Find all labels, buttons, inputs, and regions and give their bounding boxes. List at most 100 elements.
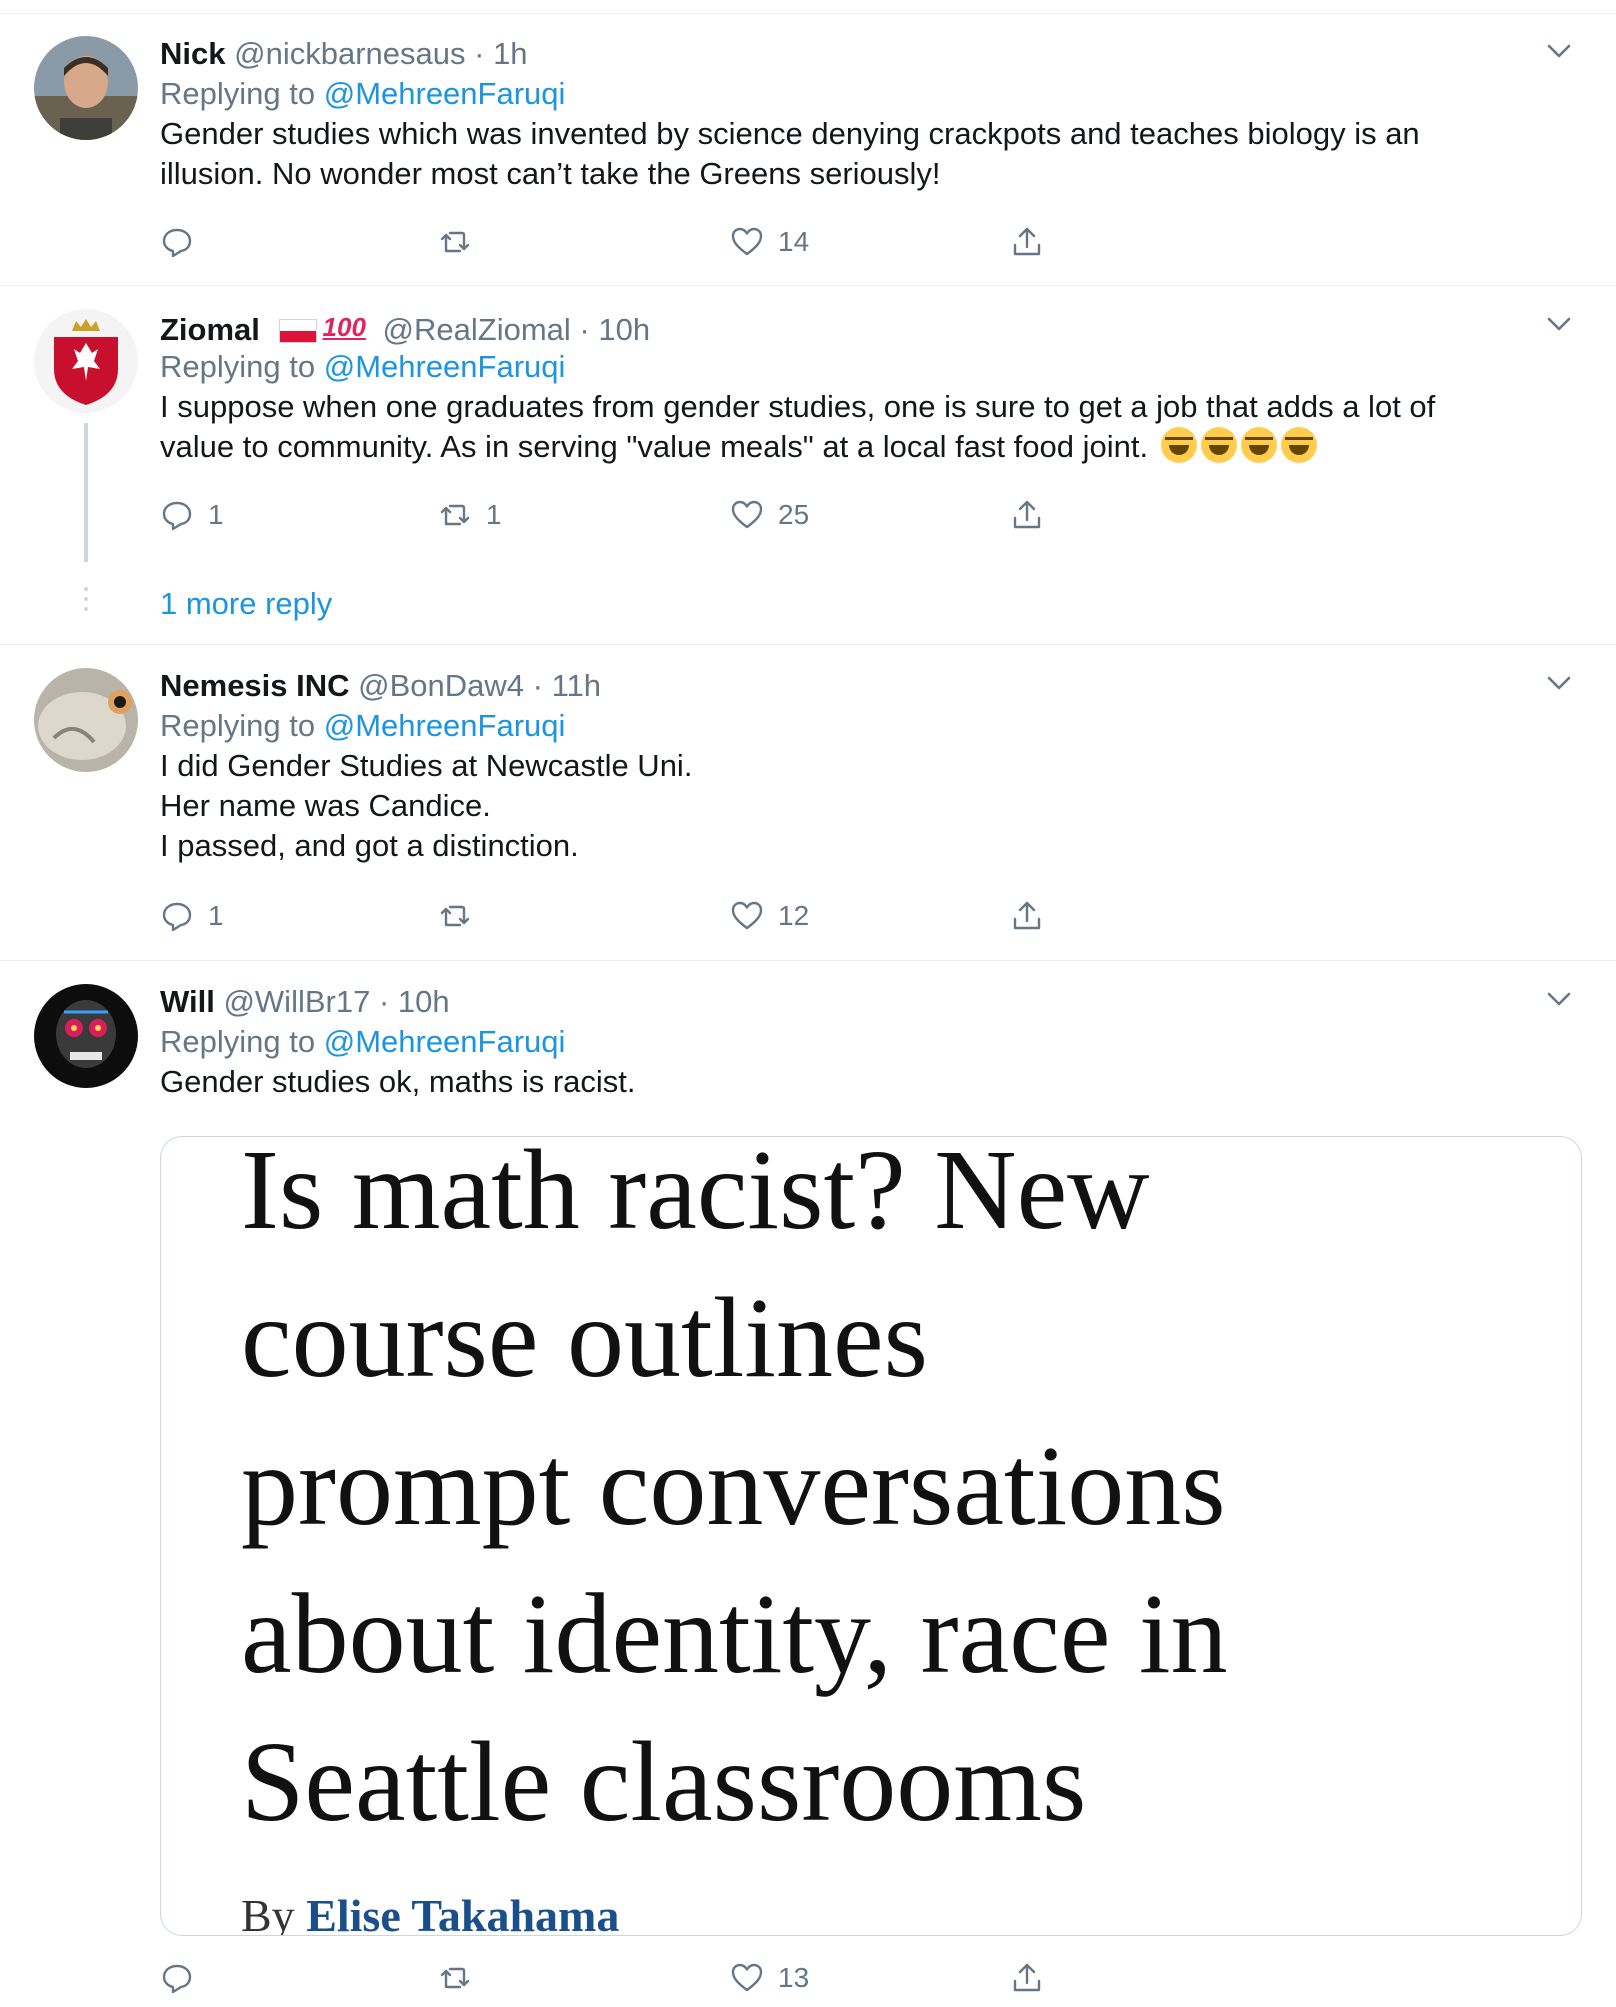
retweet-icon xyxy=(440,504,470,526)
user-handle[interactable]: @WillBr17 xyxy=(223,984,370,1019)
tweet-actions: 1 12 xyxy=(160,894,1060,938)
display-name[interactable]: Nemesis INC xyxy=(160,668,350,703)
heart-icon xyxy=(731,901,763,930)
share-button[interactable] xyxy=(1010,1956,1044,2000)
thread-ellipsis xyxy=(84,587,88,617)
thread-line xyxy=(84,423,88,562)
tweet-actions: 13 xyxy=(160,1956,1060,2000)
separator-dot: · xyxy=(474,36,485,71)
headline-line: course outlines xyxy=(241,1274,929,1401)
headline-line: Is math racist? New xyxy=(241,1136,1150,1253)
tweet-text-line: Her name was Candice. xyxy=(160,788,491,823)
tweet[interactable]: Will @WillBr17 · 10h Replying to @Mehree… xyxy=(0,962,1616,2007)
user-handle[interactable]: @nickbarnesaus xyxy=(234,36,465,71)
share-button[interactable] xyxy=(1010,894,1044,938)
chevron-down-icon[interactable] xyxy=(1544,36,1574,66)
retweet-button[interactable] xyxy=(438,894,486,938)
retweet-count: 1 xyxy=(486,499,502,530)
reply-button[interactable] xyxy=(160,1956,208,2000)
tweet[interactable]: Nemesis INC @BonDaw4 · 11h Replying to @… xyxy=(0,646,1616,961)
mention-link[interactable]: @MehreenFaruqi xyxy=(324,349,566,384)
timestamp[interactable]: 1h xyxy=(493,36,527,71)
retweet-icon xyxy=(440,905,470,927)
show-more-replies-link[interactable]: 1 more reply xyxy=(160,584,332,624)
retweet-button[interactable]: 1 xyxy=(438,493,502,537)
rofl-emoji-icon xyxy=(1240,427,1277,463)
headline-line: prompt conversations xyxy=(241,1422,1226,1549)
avatar[interactable] xyxy=(34,36,138,140)
reply-count: 1 xyxy=(208,900,224,931)
separator-dot: · xyxy=(378,984,390,1019)
tweet[interactable]: Nick @nickbarnesaus · 1h Replying to @Me… xyxy=(0,14,1616,286)
reply-icon xyxy=(162,1964,192,1994)
replying-to-label: Replying to xyxy=(160,1024,316,1059)
like-button[interactable]: 13 xyxy=(730,1956,809,2000)
retweet-button[interactable] xyxy=(438,1956,486,2000)
like-button[interactable]: 12 xyxy=(730,894,809,938)
tweet-text-line-with-emoji: value to community. As in serving "value… xyxy=(160,427,1560,467)
tweet-text-line: Gender studies ok, maths is racist. xyxy=(160,1064,636,1099)
byline-author: Elise Takahama xyxy=(306,1890,620,1936)
reply-button[interactable] xyxy=(160,220,208,264)
mention-link[interactable]: @MehreenFaruqi xyxy=(324,76,566,111)
retweet-icon xyxy=(440,231,470,253)
timestamp[interactable]: 10h xyxy=(398,984,450,1019)
avatar[interactable] xyxy=(34,984,138,1088)
top-divider xyxy=(0,0,1616,14)
tweet-header: Ziomal 100 @RealZiomal · 10h xyxy=(160,307,1560,347)
chevron-down-icon[interactable] xyxy=(1544,309,1574,339)
share-button[interactable] xyxy=(1010,220,1044,264)
tweet-text-line: I passed, and got a distinction. xyxy=(160,828,579,863)
user-handle[interactable]: @RealZiomal xyxy=(383,312,571,347)
mention-link[interactable]: @MehreenFaruqi xyxy=(324,708,566,743)
tweet-text-line: I did Gender Studies at Newcastle Uni. xyxy=(160,748,693,783)
tweet-text: value to community. As in serving "value… xyxy=(160,429,1149,464)
mention-link[interactable]: @MehreenFaruqi xyxy=(324,1024,566,1059)
tweet-actions: 14 xyxy=(160,220,1060,264)
heart-icon xyxy=(731,500,763,529)
like-count: 12 xyxy=(778,900,810,931)
like-button[interactable]: 14 xyxy=(730,220,809,264)
share-icon xyxy=(1013,500,1041,529)
heart-icon xyxy=(731,1963,763,1992)
tweet-text-line: I suppose when one graduates from gender… xyxy=(160,389,1436,424)
chevron-down-icon[interactable] xyxy=(1544,984,1574,1014)
chevron-down-icon[interactable] xyxy=(1544,668,1574,698)
replying-to: Replying to @MehreenFaruqi xyxy=(160,74,1560,114)
share-icon xyxy=(1013,227,1041,256)
reply-button[interactable]: 1 xyxy=(160,894,224,938)
reply-icon xyxy=(162,902,192,932)
share-button[interactable] xyxy=(1010,493,1044,537)
user-handle[interactable]: @BonDaw4 xyxy=(358,668,524,703)
timestamp[interactable]: 10h xyxy=(598,312,650,347)
tweet-text-line: illusion. No wonder most can’t take the … xyxy=(160,156,941,191)
tweet-header: Nick @nickbarnesaus · 1h xyxy=(160,34,1560,74)
media-image[interactable]: Is math racist? New course outlines prom… xyxy=(160,1136,1582,1936)
timestamp[interactable]: 11h xyxy=(552,668,601,703)
reply-count: 1 xyxy=(208,499,224,530)
display-name[interactable]: Will xyxy=(160,984,215,1019)
heart-icon xyxy=(731,227,763,256)
display-name[interactable]: Nick xyxy=(160,36,225,71)
share-icon xyxy=(1013,1963,1041,1992)
like-count: 13 xyxy=(778,1962,810,1993)
replying-to: Replying to @MehreenFaruqi xyxy=(160,706,1560,746)
avatar[interactable] xyxy=(34,668,138,772)
tweet[interactable]: Ziomal 100 @RealZiomal · 10h Replying to… xyxy=(0,287,1616,645)
display-name[interactable]: Ziomal xyxy=(160,312,260,347)
joy-emoji-icon xyxy=(1280,427,1317,463)
separator-dot: · xyxy=(532,668,543,703)
article-byline: By Elise Takahama xyxy=(241,1889,620,1936)
headline-line: about identity, race in xyxy=(241,1570,1228,1697)
rofl-emoji-icon xyxy=(1160,427,1197,463)
share-icon xyxy=(1013,901,1041,930)
like-count: 14 xyxy=(778,226,810,257)
tweet-header: Will @WillBr17 · 10h xyxy=(160,982,1560,1022)
retweet-button[interactable] xyxy=(438,220,486,264)
reply-button[interactable]: 1 xyxy=(160,493,224,537)
like-button[interactable]: 25 xyxy=(730,493,809,537)
avatar[interactable] xyxy=(34,309,138,413)
reply-icon xyxy=(162,501,192,531)
headline-line: Seattle classrooms xyxy=(241,1718,1087,1845)
separator-dot: · xyxy=(579,312,590,347)
